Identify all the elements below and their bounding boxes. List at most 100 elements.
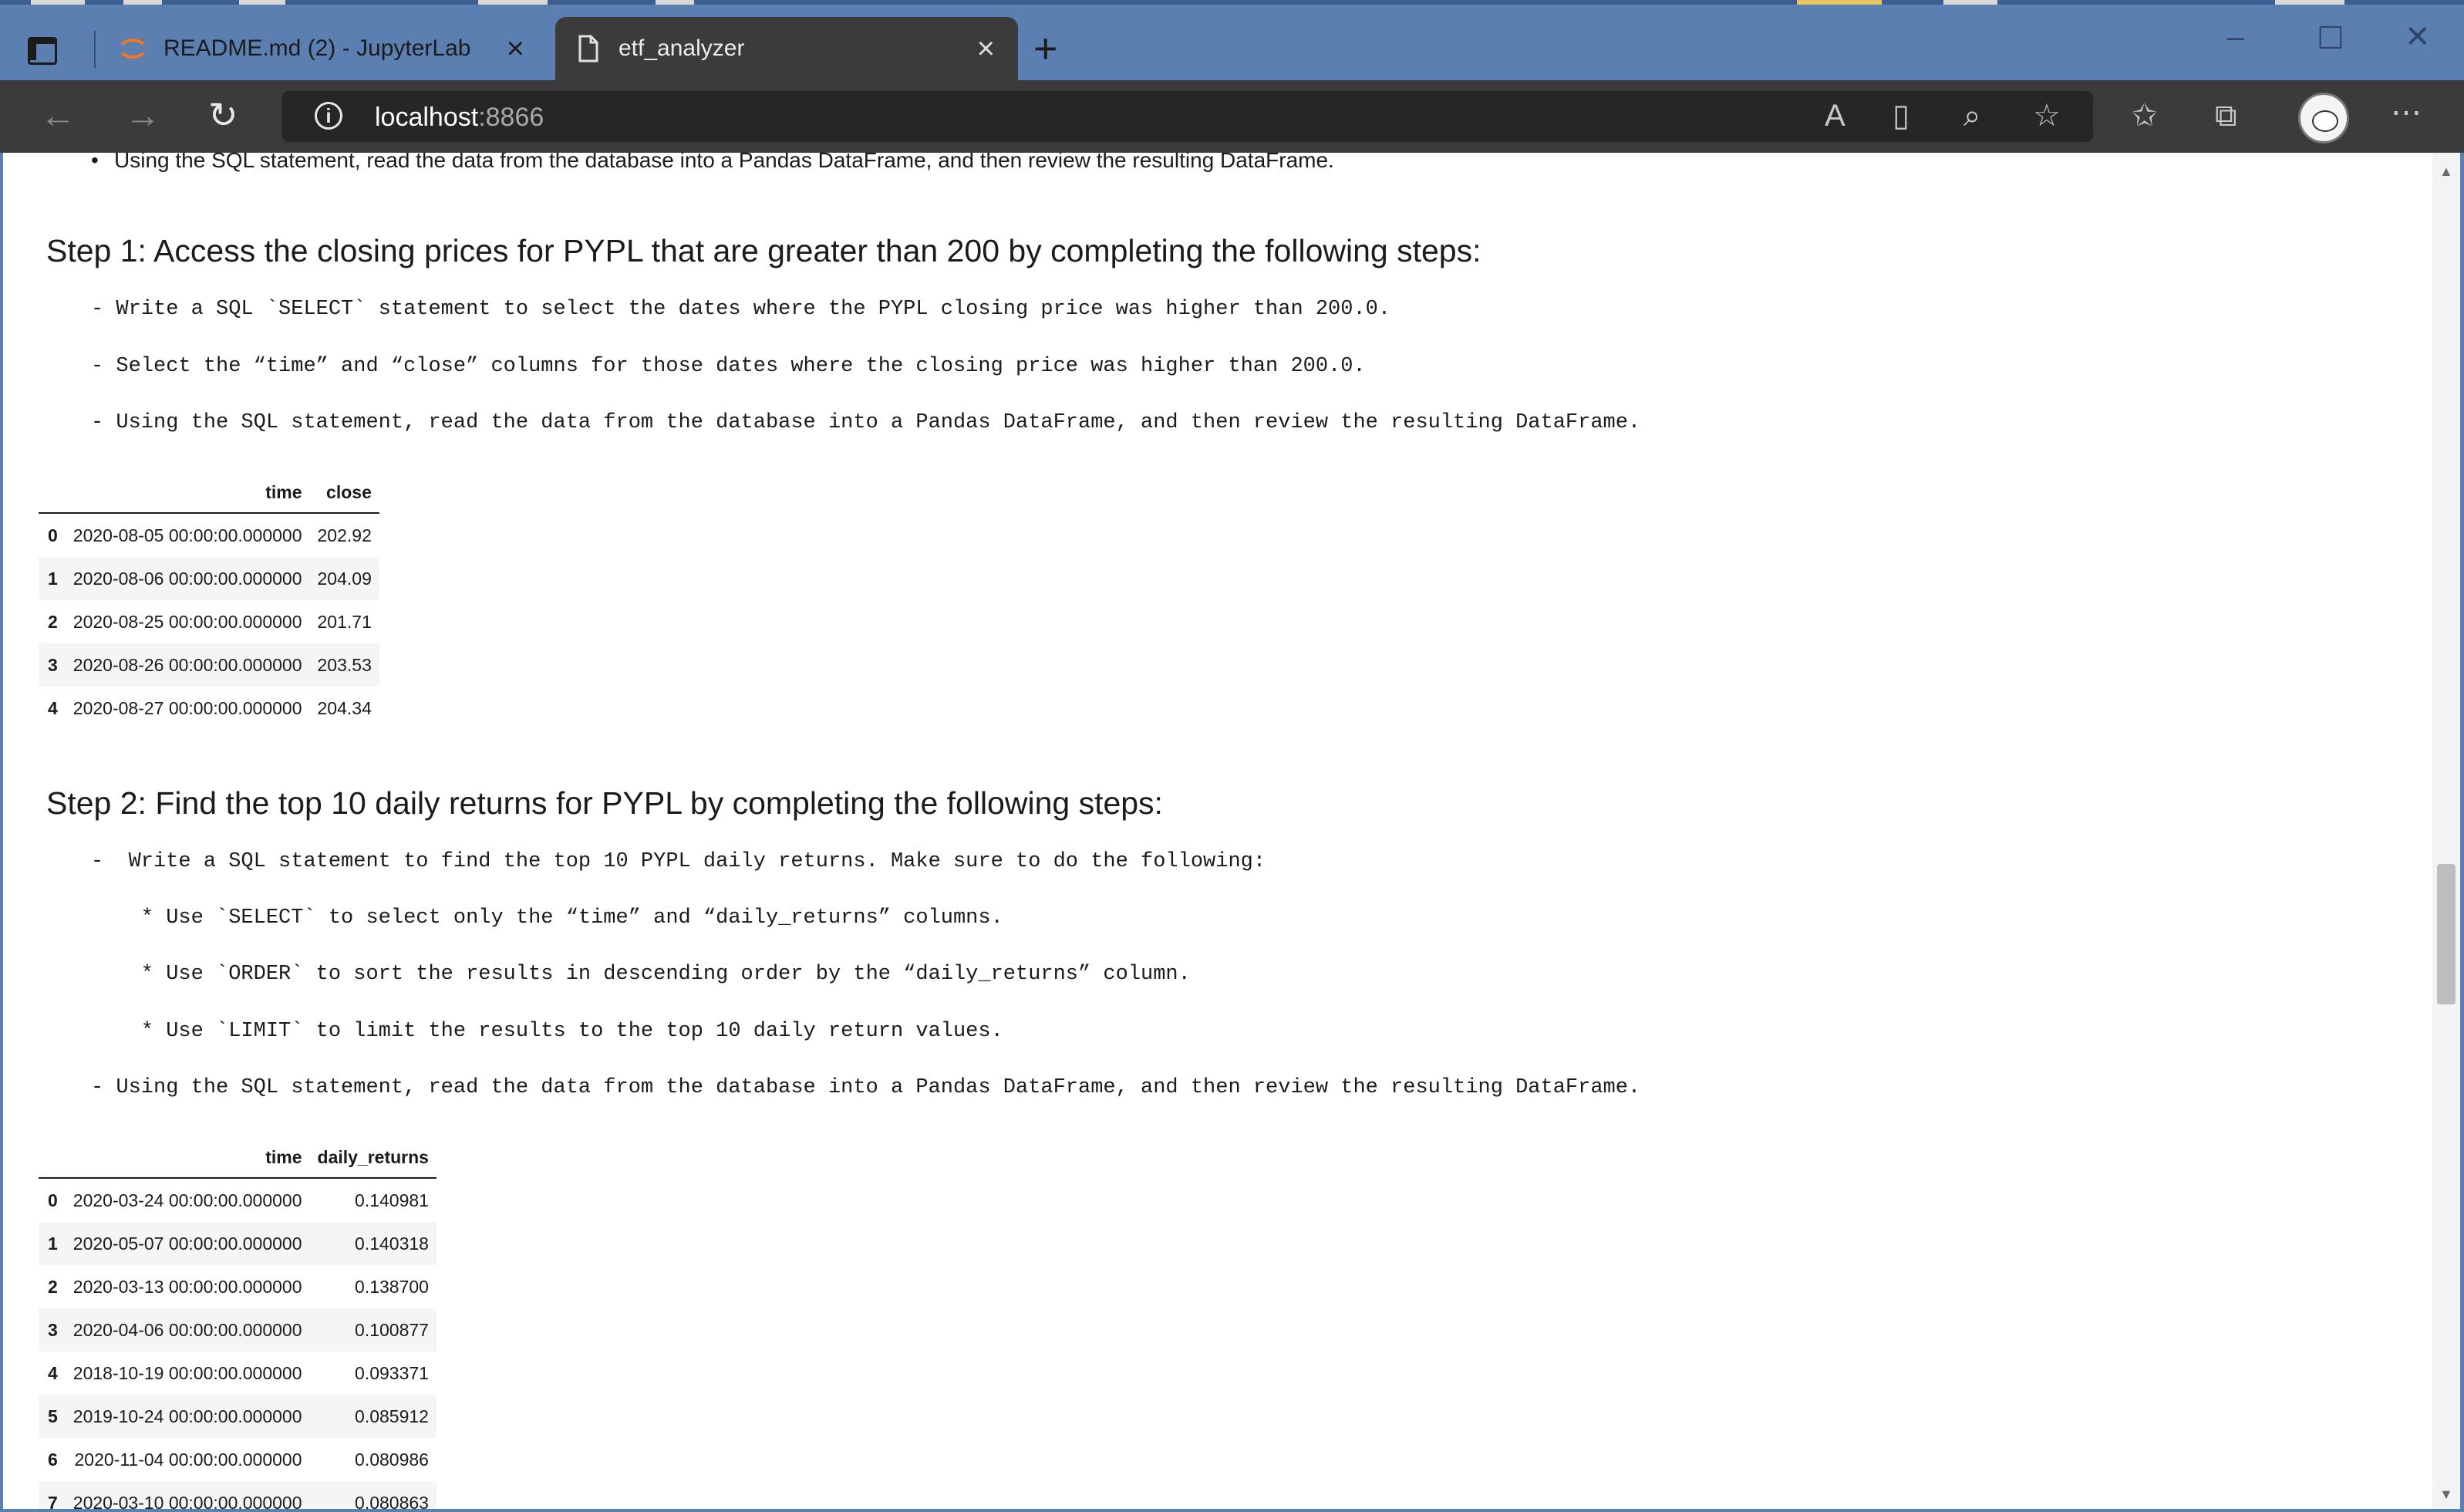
table-row: 2 2020-03-13 00:00:00.000000 0.138700	[39, 1265, 437, 1308]
immersive-reader-icon[interactable]: ▯	[1893, 100, 1910, 131]
tab-actions-icon[interactable]	[23, 31, 60, 68]
maximize-icon[interactable]: ☐	[2317, 23, 2344, 54]
time-cell: 2020-05-07 00:00:00.000000	[72, 1233, 302, 1254]
tab-separator	[94, 31, 96, 68]
instruction-line: - Select the “time” and “close” columns …	[91, 355, 1366, 378]
instruction-line: - Write a SQL `SELECT` statement to sele…	[91, 298, 1391, 321]
column-header: close	[326, 481, 372, 502]
close-price-table: time close 0 2020-08-05 00:00:00.000000 20…	[39, 472, 379, 730]
table-row: 0 2020-03-24 00:00:00.000000 0.140981	[39, 1178, 437, 1222]
refresh-icon[interactable]: ↻	[208, 97, 238, 133]
table-row: 1 2020-08-06 00:00:00.000000 204.09	[39, 557, 379, 600]
new-tab-icon[interactable]: +	[1033, 28, 1058, 69]
step1-heading: Step 1: Access the closing prices for PY…	[46, 233, 1481, 268]
browser-toolbar: ← → ↻ i localhost:8866 A ▯ ⌕ ☆ ✩ ⧉ ⋯	[0, 80, 2464, 153]
daily-returns-cell: 0.080863	[355, 1492, 429, 1510]
time-cell: 2020-11-04 00:00:00.000000	[74, 1449, 302, 1470]
time-cell: 2020-04-06 00:00:00.000000	[72, 1319, 302, 1340]
table-row: 4 2020-08-27 00:00:00.000000 204.34	[39, 687, 379, 730]
minimize-icon[interactable]: –	[2227, 22, 2244, 52]
instruction-line: - Write a SQL statement to find the top …	[91, 850, 1266, 873]
favorites-icon[interactable]: ✩	[2132, 100, 2158, 131]
row-index: 5	[48, 1406, 58, 1426]
more-menu-icon[interactable]: ⋯	[2391, 97, 2422, 128]
row-index: 2	[48, 1276, 58, 1297]
notebook-page: Using the SQL statement, read the data f…	[3, 153, 2432, 1509]
tab-etf-analyzer[interactable]: etf_analyzer ×	[555, 17, 1018, 80]
row-index: 1	[48, 1233, 58, 1254]
index-header	[39, 472, 66, 513]
close-window-icon[interactable]: ✕	[2405, 22, 2431, 52]
scroll-down-icon[interactable]: ▼	[2439, 1487, 2453, 1503]
daily-returns-cell: 0.140318	[355, 1233, 429, 1254]
column-header: time	[265, 481, 302, 502]
row-index: 4	[48, 697, 58, 718]
close-tab-icon[interactable]: ×	[977, 33, 995, 64]
taskbar-edge	[0, 0, 2464, 5]
table-row: 1 2020-05-07 00:00:00.000000 0.140318	[39, 1222, 437, 1265]
table-row: 3 2020-04-06 00:00:00.000000 0.100877	[39, 1308, 437, 1352]
time-cell: 2020-03-13 00:00:00.000000	[72, 1276, 302, 1297]
site-info-icon[interactable]: i	[315, 102, 342, 130]
daily-returns-cell: 0.100877	[355, 1319, 429, 1340]
row-index: 1	[48, 568, 58, 589]
profile-avatar[interactable]	[2298, 93, 2349, 143]
row-index: 2	[48, 611, 58, 632]
window-frame	[0, 153, 3, 1512]
time-cell: 2020-03-10 00:00:00.000000	[72, 1492, 302, 1510]
daily-returns-cell: 0.085912	[355, 1406, 429, 1426]
instruction-line: * Use `LIMIT` to limit the results to th…	[91, 1020, 1003, 1043]
instruction-line: - Using the SQL statement, read the data…	[91, 411, 1641, 434]
scroll-up-icon[interactable]: ▲	[2439, 164, 2453, 180]
table-row: 0 2020-08-05 00:00:00.000000 202.92	[39, 513, 379, 557]
time-cell: 2020-08-26 00:00:00.000000	[72, 654, 302, 675]
daily-returns-cell: 0.140981	[355, 1190, 429, 1210]
tab-title: etf_analyzer	[619, 35, 745, 61]
row-index: 7	[48, 1492, 58, 1510]
daily-returns-cell: 0.093371	[355, 1362, 429, 1383]
row-index: 6	[48, 1449, 58, 1470]
add-favorite-icon[interactable]: ☆	[2033, 100, 2061, 131]
close-cell: 204.09	[317, 568, 372, 589]
instruction-line: - Using the SQL statement, read the data…	[91, 1076, 1641, 1099]
row-index: 3	[48, 654, 58, 675]
daily-returns-cell: 0.080986	[355, 1449, 429, 1470]
row-index: 4	[48, 1362, 58, 1383]
row-index: 0	[48, 525, 58, 545]
back-arrow-icon[interactable]: ←	[40, 97, 76, 133]
tab-title: README.md (2) - JupyterLab	[163, 35, 471, 61]
scrollbar-thumb[interactable]	[2437, 864, 2456, 1004]
url-text[interactable]: localhost:8866	[375, 103, 544, 133]
table-header-row: time daily_returns	[39, 1137, 437, 1178]
tab-readme[interactable]: README.md (2) - JupyterLab ×	[100, 17, 548, 80]
step2-heading: Step 2: Find the top 10 daily returns fo…	[46, 785, 1163, 821]
table-header-row: time close	[39, 472, 379, 513]
close-cell: 204.34	[317, 697, 372, 718]
table-row: 2 2020-08-25 00:00:00.000000 201.71	[39, 600, 379, 643]
page-scrollbar[interactable]: ▲ ▼	[2432, 153, 2460, 1509]
time-cell: 2020-08-05 00:00:00.000000	[72, 525, 302, 545]
address-bar[interactable]: i localhost:8866	[282, 91, 2093, 142]
jupyter-icon	[120, 37, 145, 61]
time-cell: 2019-10-24 00:00:00.000000	[72, 1406, 302, 1426]
close-tab-icon[interactable]: ×	[507, 33, 524, 64]
daily-returns-cell: 0.138700	[355, 1276, 429, 1297]
time-cell: 2020-08-06 00:00:00.000000	[72, 568, 302, 589]
collections-icon[interactable]: ⧉	[2215, 100, 2237, 131]
close-cell: 202.92	[317, 525, 372, 545]
instruction-line: * Use `SELECT` to select only the “time”…	[91, 906, 1003, 930]
row-index: 0	[48, 1190, 58, 1210]
table-row: 7 2020-03-10 00:00:00.000000 0.080863	[39, 1481, 437, 1509]
index-header	[39, 1137, 66, 1178]
instruction-line: * Use `ORDER` to sort the results in des…	[91, 963, 1191, 986]
read-aloud-icon[interactable]: A	[1825, 100, 1845, 131]
column-header: daily_returns	[317, 1146, 429, 1167]
zoom-out-icon[interactable]: ⌕	[1963, 100, 1980, 131]
time-cell: 2020-08-25 00:00:00.000000	[72, 611, 302, 632]
table-row: 6 2020-11-04 00:00:00.000000 0.080986	[39, 1438, 437, 1481]
close-cell: 201.71	[317, 611, 372, 632]
time-cell: 2018-10-19 00:00:00.000000	[72, 1362, 302, 1383]
tab-strip: README.md (2) - JupyterLab × etf_analyze…	[0, 0, 2464, 80]
forward-arrow-icon[interactable]: →	[125, 97, 160, 133]
table-row: 5 2019-10-24 00:00:00.000000 0.085912	[39, 1395, 437, 1438]
